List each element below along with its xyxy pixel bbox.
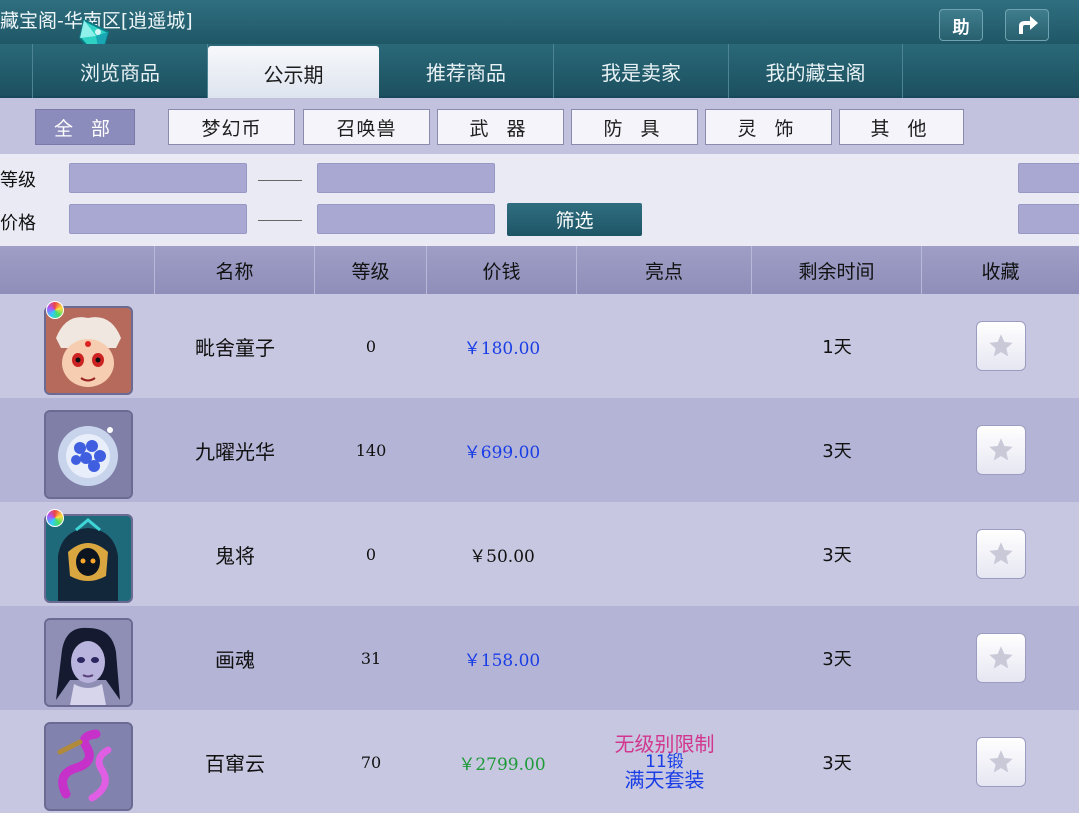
item-level: 31	[360, 648, 382, 668]
highlight-no-level-limit: 无级别限制	[614, 732, 715, 756]
favorite-star-button[interactable]	[975, 737, 1026, 787]
category-all[interactable]: 全 部	[35, 109, 135, 145]
price-min-input[interactable]	[69, 204, 247, 234]
level-range-dash	[258, 180, 302, 181]
tab-recommended[interactable]: 推荐商品	[379, 44, 554, 98]
tab-my-pavilion[interactable]: 我的藏宝阁	[729, 44, 903, 98]
ghost-general-icon	[44, 514, 133, 603]
favorite-cell	[922, 294, 1079, 398]
child-face-icon	[44, 306, 133, 395]
highlight-set-name: 满天套装	[624, 768, 705, 792]
rainbow-gem-badge-icon	[46, 301, 64, 319]
table-row[interactable]: 鬼将 0 ￥50.00 3天	[0, 502, 1079, 606]
item-highlight: 无级别限制 11锻 满天套装	[577, 710, 752, 813]
tab-seller[interactable]: 我是卖家	[554, 44, 729, 98]
header-icon-column	[0, 246, 155, 294]
help-button[interactable]: 助	[939, 9, 983, 41]
item-remaining-time: 3天	[822, 753, 852, 774]
title-bar: 藏宝阁-华南区[逍遥城] 助	[0, 0, 1079, 63]
item-highlight	[577, 606, 752, 710]
item-highlight	[577, 398, 752, 502]
star-icon	[988, 542, 1013, 565]
rainbow-gem-badge-icon	[46, 509, 64, 527]
category-weapons[interactable]: 武 器	[437, 109, 564, 145]
item-highlight	[577, 294, 752, 398]
item-price: ￥2799.00	[458, 754, 546, 775]
category-bar: 全 部 梦幻币 召唤兽 武 器 防 具 灵 饰 其 他	[0, 98, 1079, 154]
item-name: 鬼将	[215, 543, 255, 568]
star-icon	[988, 646, 1013, 669]
favorite-cell	[922, 502, 1079, 606]
item-price: ￥50.00	[469, 546, 535, 567]
crystal-orb-icon	[44, 410, 133, 499]
favorite-star-button[interactable]	[975, 321, 1026, 371]
favorite-cell	[922, 606, 1079, 710]
header-favorite: 收藏	[981, 260, 1020, 283]
star-icon	[988, 334, 1013, 357]
item-remaining-time: 3天	[822, 441, 852, 462]
item-remaining-time: 3天	[822, 649, 852, 670]
share-button[interactable]	[1005, 9, 1049, 41]
favorite-cell	[922, 398, 1079, 502]
painted-soul-icon	[44, 618, 133, 707]
item-name: 百窜云	[205, 751, 265, 776]
favorite-star-button[interactable]	[975, 425, 1026, 475]
tab-publicity[interactable]: 公示期	[208, 46, 379, 100]
treasure-pavilion-window: 藏宝阁-华南区[逍遥城] 助 浏览商品 公示期 推荐商品 我是卖家 我的藏宝阁 …	[0, 0, 1079, 813]
favorite-cell	[922, 710, 1079, 813]
tab-bar: 浏览商品 公示期 推荐商品 我是卖家 我的藏宝阁	[0, 44, 1079, 100]
header-level[interactable]: 等级	[315, 246, 427, 294]
level-min-input[interactable]	[69, 163, 247, 193]
table-header: 名称 等级 价钱 亮点 剩余时间 收藏	[0, 246, 1079, 294]
table-row[interactable]: 毗舍童子 0 ￥180.00 1天	[0, 294, 1079, 398]
table-row[interactable]: 九曜光华 140 ￥699.00 3天	[0, 398, 1079, 502]
price-max-input[interactable]	[317, 204, 495, 234]
category-pets[interactable]: 召唤兽	[303, 109, 430, 145]
category-ornaments[interactable]: 灵 饰	[705, 109, 832, 145]
item-price: ￥158.00	[463, 650, 541, 671]
item-name: 毗舍童子	[195, 335, 275, 360]
extra-filter-input-1[interactable]	[1018, 163, 1079, 193]
header-price[interactable]: 价钱	[427, 246, 577, 294]
share-arrow-icon	[1019, 16, 1038, 34]
header-highlight: 亮点	[577, 246, 752, 294]
item-level: 0	[365, 544, 377, 564]
star-icon	[988, 438, 1013, 461]
star-icon	[988, 750, 1013, 773]
tab-browse[interactable]: 浏览商品	[32, 44, 208, 98]
filter-panel: 等级 价格 筛选	[0, 154, 1079, 246]
favorite-star-button[interactable]	[975, 633, 1026, 683]
item-highlight	[577, 502, 752, 606]
item-price: ￥699.00	[463, 442, 541, 463]
item-remaining-time: 1天	[822, 337, 852, 358]
category-currency[interactable]: 梦幻币	[168, 109, 295, 145]
level-filter-label: 等级	[0, 170, 36, 191]
filter-button[interactable]: 筛选	[507, 203, 642, 236]
table-row[interactable]: 百窜云 70 ￥2799.00 无级别限制 11锻 满天套装 3天	[0, 710, 1079, 813]
extra-filter-input-2[interactable]	[1018, 204, 1079, 234]
item-price: ￥180.00	[463, 338, 541, 359]
level-max-input[interactable]	[317, 163, 495, 193]
item-name: 九曜光华	[195, 439, 275, 464]
purple-cloud-icon	[44, 722, 133, 811]
category-armor[interactable]: 防 具	[571, 109, 698, 145]
item-level: 70	[360, 752, 382, 772]
price-range-dash	[258, 220, 302, 221]
header-name[interactable]: 名称	[155, 246, 315, 294]
item-level: 0	[365, 336, 377, 356]
item-name: 画魂	[215, 647, 255, 672]
table-row[interactable]: 画魂 31 ￥158.00 3天	[0, 606, 1079, 710]
item-level: 140	[355, 440, 387, 460]
item-remaining-time: 3天	[822, 545, 852, 566]
price-filter-label: 价格	[0, 213, 36, 234]
header-remaining-time[interactable]: 剩余时间	[752, 246, 922, 294]
category-other[interactable]: 其 他	[839, 109, 964, 145]
favorite-star-button[interactable]	[975, 529, 1026, 579]
